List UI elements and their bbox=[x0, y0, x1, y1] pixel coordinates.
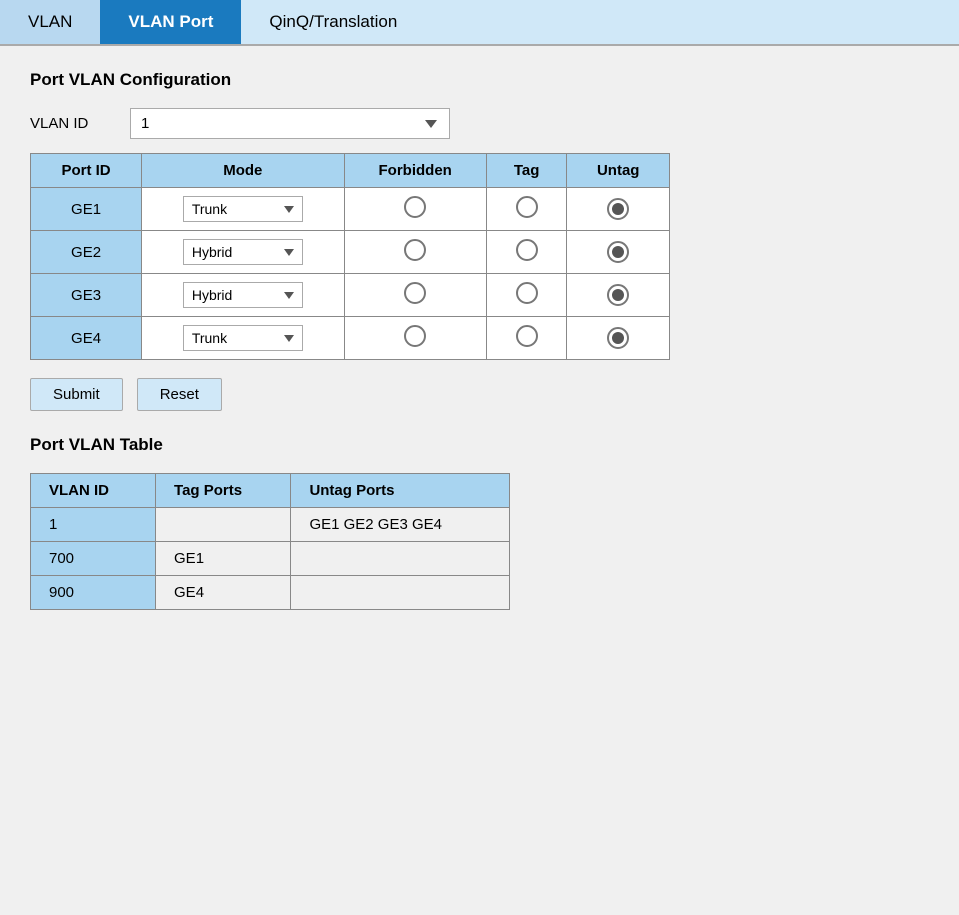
col-header-tag: Tag bbox=[486, 154, 567, 188]
port-id-GE4: GE4 bbox=[31, 317, 142, 360]
vlan-col-untag-ports: Untag Ports bbox=[291, 474, 510, 508]
vlan-table-vlan-id-700: 700 bbox=[31, 542, 156, 576]
untag-radio-outer-GE2[interactable] bbox=[607, 241, 629, 263]
mode-select-GE2[interactable]: AccessTrunkHybrid bbox=[183, 239, 303, 265]
untag-radio-GE2[interactable] bbox=[567, 231, 670, 274]
vlan-table-tag-ports-1 bbox=[156, 508, 291, 542]
untag-radio-GE3[interactable] bbox=[567, 274, 670, 317]
vlan-id-row: VLAN ID 1 700 900 bbox=[30, 108, 929, 139]
tag-radio-outer-GE4[interactable] bbox=[516, 325, 538, 347]
untag-radio-GE1[interactable] bbox=[567, 188, 670, 231]
forbidden-radio-outer-GE2[interactable] bbox=[404, 239, 426, 261]
vlan-table-tag-ports-700: GE1 bbox=[156, 542, 291, 576]
forbidden-radio-GE3[interactable] bbox=[344, 274, 486, 317]
vlan-table: VLAN ID Tag Ports Untag Ports 1 GE1 GE2 G… bbox=[30, 473, 510, 610]
vlan-table-untag-ports-1: GE1 GE2 GE3 GE4 bbox=[291, 508, 510, 542]
vlan-table-untag-ports-700 bbox=[291, 542, 510, 576]
col-header-port-id: Port ID bbox=[31, 154, 142, 188]
mode-cell-GE4: AccessTrunkHybrid bbox=[142, 317, 344, 360]
submit-button[interactable]: Submit bbox=[30, 378, 123, 411]
untag-radio-inner-GE1 bbox=[612, 203, 624, 215]
vlan-col-vlan-id: VLAN ID bbox=[31, 474, 156, 508]
col-header-forbidden: Forbidden bbox=[344, 154, 486, 188]
forbidden-radio-GE4[interactable] bbox=[344, 317, 486, 360]
vlan-table-section-title: Port VLAN Table bbox=[30, 435, 929, 455]
main-content: Port VLAN Configuration VLAN ID 1 700 90… bbox=[0, 46, 959, 634]
untag-radio-outer-GE4[interactable] bbox=[607, 327, 629, 349]
forbidden-radio-outer-GE4[interactable] bbox=[404, 325, 426, 347]
port-id-GE2: GE2 bbox=[31, 231, 142, 274]
vlan-table-row: 900GE4 bbox=[31, 576, 510, 610]
untag-radio-outer-GE3[interactable] bbox=[607, 284, 629, 306]
forbidden-radio-outer-GE1[interactable] bbox=[404, 196, 426, 218]
vlan-col-tag-ports: Tag Ports bbox=[156, 474, 291, 508]
vlan-table-vlan-id-900: 900 bbox=[31, 576, 156, 610]
mode-cell-GE1: AccessTrunkHybrid bbox=[142, 188, 344, 231]
tag-radio-outer-GE1[interactable] bbox=[516, 196, 538, 218]
mode-cell-GE3: AccessTrunkHybrid bbox=[142, 274, 344, 317]
port-id-GE1: GE1 bbox=[31, 188, 142, 231]
vlan-table-vlan-id-1: 1 bbox=[31, 508, 156, 542]
config-section-title: Port VLAN Configuration bbox=[30, 70, 929, 90]
tag-radio-GE3[interactable] bbox=[486, 274, 567, 317]
tab-vlan-port[interactable]: VLAN Port bbox=[100, 0, 241, 44]
tab-qinq[interactable]: QinQ/Translation bbox=[241, 0, 425, 44]
vlan-table-row: 700GE1 bbox=[31, 542, 510, 576]
forbidden-radio-outer-GE3[interactable] bbox=[404, 282, 426, 304]
reset-button[interactable]: Reset bbox=[137, 378, 222, 411]
vlan-table-row: 1 GE1 GE2 GE3 GE4 bbox=[31, 508, 510, 542]
untag-radio-inner-GE2 bbox=[612, 246, 624, 258]
vlan-table-untag-ports-900 bbox=[291, 576, 510, 610]
button-row: Submit Reset bbox=[30, 378, 929, 411]
tag-radio-outer-GE3[interactable] bbox=[516, 282, 538, 304]
tab-bar: VLAN VLAN Port QinQ/Translation bbox=[0, 0, 959, 46]
tag-radio-GE2[interactable] bbox=[486, 231, 567, 274]
untag-radio-inner-GE3 bbox=[612, 289, 624, 301]
untag-radio-GE4[interactable] bbox=[567, 317, 670, 360]
vlan-id-label: VLAN ID bbox=[30, 115, 110, 132]
untag-radio-outer-GE1[interactable] bbox=[607, 198, 629, 220]
tag-radio-GE4[interactable] bbox=[486, 317, 567, 360]
mode-select-GE3[interactable]: AccessTrunkHybrid bbox=[183, 282, 303, 308]
tag-radio-GE1[interactable] bbox=[486, 188, 567, 231]
vlan-table-tag-ports-900: GE4 bbox=[156, 576, 291, 610]
forbidden-radio-GE2[interactable] bbox=[344, 231, 486, 274]
col-header-mode: Mode bbox=[142, 154, 344, 188]
mode-cell-GE2: AccessTrunkHybrid bbox=[142, 231, 344, 274]
forbidden-radio-GE1[interactable] bbox=[344, 188, 486, 231]
tab-vlan[interactable]: VLAN bbox=[0, 0, 100, 44]
config-table: Port ID Mode Forbidden Tag Untag GE1 Acce… bbox=[30, 153, 670, 360]
mode-select-GE4[interactable]: AccessTrunkHybrid bbox=[183, 325, 303, 351]
col-header-untag: Untag bbox=[567, 154, 670, 188]
tag-radio-outer-GE2[interactable] bbox=[516, 239, 538, 261]
mode-select-GE1[interactable]: AccessTrunkHybrid bbox=[183, 196, 303, 222]
port-id-GE3: GE3 bbox=[31, 274, 142, 317]
vlan-id-select[interactable]: 1 700 900 bbox=[130, 108, 450, 139]
page-container: VLAN VLAN Port QinQ/Translation Port VLA… bbox=[0, 0, 959, 915]
untag-radio-inner-GE4 bbox=[612, 332, 624, 344]
